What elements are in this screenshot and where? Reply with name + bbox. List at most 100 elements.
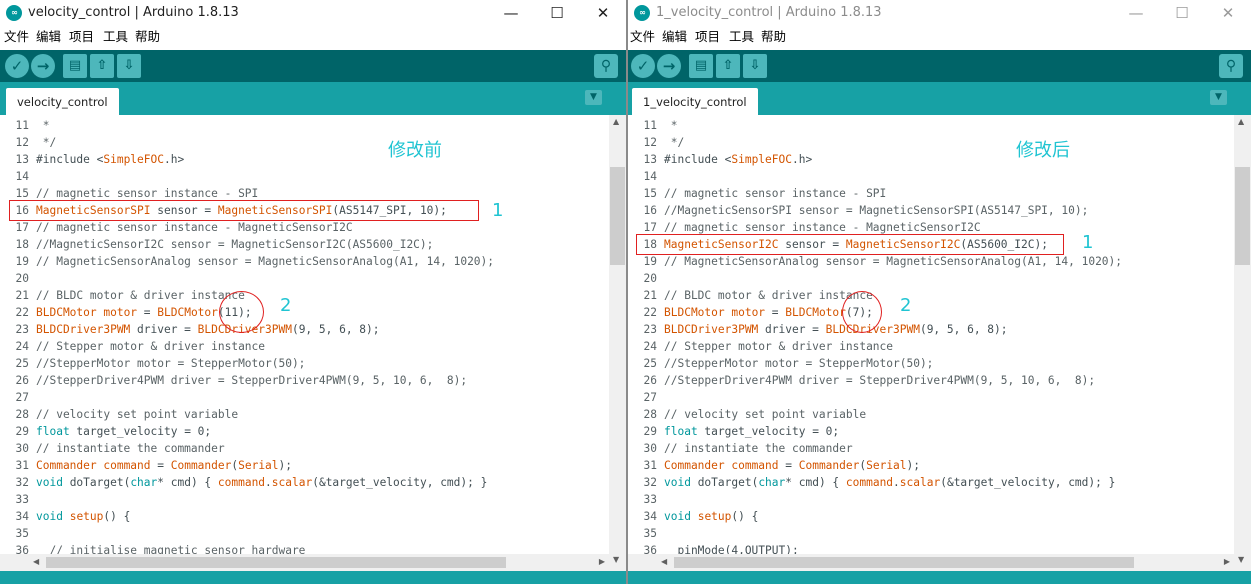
open-icon[interactable]: ⇧: [716, 54, 740, 78]
menu-edit[interactable]: 编辑: [662, 29, 687, 45]
menu-file[interactable]: 文件: [4, 29, 29, 45]
line-number: 23: [643, 323, 657, 336]
code-token: */: [36, 136, 57, 149]
menu-edit[interactable]: 编辑: [36, 29, 61, 45]
line-number: 24: [643, 340, 657, 353]
code-line: 22 BLDCMotor motor = BLDCMotor(11);: [0, 304, 252, 321]
open-icon[interactable]: ⇧: [90, 54, 114, 78]
menu-file[interactable]: 文件: [630, 29, 655, 45]
code-token: Commander: [36, 459, 97, 472]
code-editor[interactable]: 11 * 12 */13 #include <SimpleFOC.h> 14 15// …: [628, 115, 1251, 571]
scroll-thumb[interactable]: [610, 167, 625, 265]
verify-icon[interactable]: ✓: [5, 54, 29, 78]
code-token: *: [664, 119, 678, 132]
vertical-scrollbar[interactable]: ▲ ▼: [1234, 115, 1251, 571]
save-icon[interactable]: ⇩: [743, 54, 767, 78]
close-icon[interactable]: ✕: [580, 0, 626, 26]
code-token: #include <: [36, 153, 104, 166]
line-number: 20: [643, 272, 657, 285]
code-token: (&target_velocity, cmd); }: [940, 476, 1116, 489]
line-number: 20: [15, 272, 29, 285]
new-icon[interactable]: ▤: [689, 54, 713, 78]
line-number: 30: [15, 442, 29, 455]
scroll-thumb[interactable]: [674, 557, 1134, 568]
upload-icon[interactable]: →: [31, 54, 55, 78]
title-bar: ∞ 1_velocity_control | Arduino 1.8.13 — …: [628, 0, 1251, 26]
code-line: 31 Commander command = Commander(Serial);: [628, 457, 921, 474]
serial-monitor-icon[interactable]: ⚲: [1219, 54, 1243, 78]
code-token: * cmd) {: [785, 476, 846, 489]
vertical-scrollbar[interactable]: ▲ ▼: [609, 115, 626, 571]
code-token: void: [664, 476, 691, 489]
code-token: =: [765, 306, 786, 319]
maximize-icon[interactable]: ☐: [534, 0, 580, 26]
line-number: 21: [643, 289, 657, 302]
menu-help[interactable]: 帮助: [761, 29, 786, 45]
code-line: 21 // BLDC motor & driver instance: [628, 287, 873, 304]
menu-help[interactable]: 帮助: [135, 29, 160, 45]
horizontal-scrollbar[interactable]: ◀ ▶: [0, 554, 609, 571]
line-number: 11: [15, 119, 29, 132]
arduino-window-left: ∞ velocity_control | Arduino 1.8.13 — ☐ …: [0, 0, 626, 584]
code-token: (&target_velocity, cmd); }: [312, 476, 488, 489]
line-number: 33: [15, 493, 29, 506]
line-number: 32: [15, 476, 29, 489]
code-token: // magnetic sensor instance - SPI: [36, 187, 259, 200]
code-token: BLDCMotor: [664, 306, 725, 319]
scroll-right-icon[interactable]: ▶: [599, 557, 605, 567]
line-number: 35: [643, 527, 657, 540]
toolbar: ✓ → ▤ ⇧ ⇩ ⚲: [628, 50, 1251, 82]
code-line: 33: [0, 491, 36, 508]
code-token: //MagneticSensorSPI sensor = MagneticSen…: [664, 204, 1089, 217]
code-token: command: [724, 459, 779, 472]
scroll-right-icon[interactable]: ▶: [1224, 557, 1230, 567]
serial-monitor-icon[interactable]: ⚲: [594, 54, 618, 78]
tab-sketch[interactable]: 1_velocity_control: [632, 88, 758, 115]
code-token: .: [265, 476, 272, 489]
line-number: 22: [643, 306, 657, 319]
minimize-icon[interactable]: —: [488, 0, 534, 26]
menu-tools[interactable]: 工具: [729, 29, 754, 45]
code-line: 27: [628, 389, 664, 406]
menu-sketch[interactable]: 项目: [69, 29, 94, 45]
save-icon[interactable]: ⇩: [117, 54, 141, 78]
close-icon[interactable]: ✕: [1205, 0, 1251, 26]
horizontal-scrollbar[interactable]: ◀ ▶: [628, 554, 1234, 571]
line-number: 27: [15, 391, 29, 404]
code-token: Commander: [798, 459, 860, 472]
code-token: //StepperMotor motor = StepperMotor(50);: [664, 357, 934, 370]
minimize-icon[interactable]: —: [1113, 0, 1159, 26]
tab-sketch[interactable]: velocity_control: [6, 88, 119, 115]
scroll-left-icon[interactable]: ◀: [661, 557, 667, 567]
scroll-thumb[interactable]: [46, 557, 506, 568]
code-line: 15 // magnetic sensor instance - SPI: [628, 185, 887, 202]
verify-icon[interactable]: ✓: [631, 54, 655, 78]
code-token: Serial: [238, 459, 279, 472]
menu-sketch[interactable]: 项目: [695, 29, 720, 45]
new-icon[interactable]: ▤: [63, 54, 87, 78]
menu-tools[interactable]: 工具: [103, 29, 128, 45]
tab-menu-icon[interactable]: ▼: [585, 90, 602, 105]
line-number: 26: [643, 374, 657, 387]
code-line: 24 // Stepper motor & driver instance: [0, 338, 266, 355]
code-token: );: [906, 459, 921, 472]
upload-icon[interactable]: →: [657, 54, 681, 78]
code-editor[interactable]: 11 * 12 */13 #include <SimpleFOC.h> 14 15// …: [0, 115, 626, 571]
scroll-thumb[interactable]: [1235, 167, 1250, 265]
code-line: 34 void setup() {: [0, 508, 131, 525]
scroll-up-icon[interactable]: ▲: [1238, 117, 1244, 127]
code-token: () {: [731, 510, 759, 523]
tab-menu-icon[interactable]: ▼: [1210, 90, 1227, 105]
maximize-icon[interactable]: ☐: [1159, 0, 1205, 26]
code-token: //StepperDriver4PWM driver = StepperDriv…: [664, 374, 1096, 387]
code-line: 20: [0, 270, 36, 287]
code-line: 13 #include <SimpleFOC.h>: [628, 151, 813, 168]
code-line: 22 BLDCMotor motor = BLDCMotor(7);: [628, 304, 873, 321]
code-token: Serial: [866, 459, 907, 472]
scroll-up-icon[interactable]: ▲: [613, 117, 619, 127]
scroll-left-icon[interactable]: ◀: [33, 557, 39, 567]
scroll-down-icon[interactable]: ▼: [613, 555, 619, 565]
code-token: );: [278, 459, 293, 472]
scroll-down-icon[interactable]: ▼: [1238, 555, 1244, 565]
